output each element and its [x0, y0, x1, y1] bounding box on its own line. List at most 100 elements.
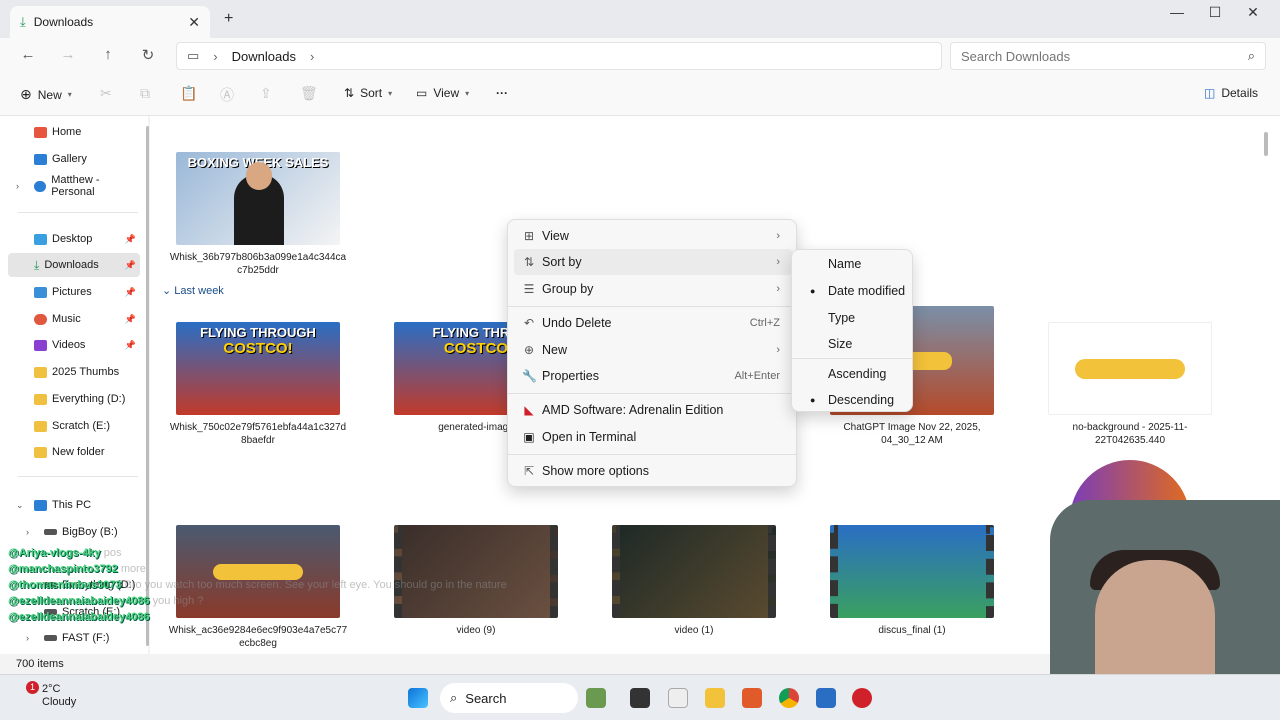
- menu-item-new[interactable]: ⊕ New ›: [514, 337, 792, 363]
- widget-icon[interactable]: [586, 688, 606, 708]
- menu-item-sort-by[interactable]: ⇅ Sort by ›: [514, 249, 792, 275]
- menu-item-properties[interactable]: 🔧 Properties Alt+Enter: [514, 363, 792, 389]
- more-options-button[interactable]: ···: [496, 86, 508, 100]
- taskbar-search[interactable]: ⌕ Search: [440, 683, 578, 713]
- notepad-icon[interactable]: [668, 688, 688, 708]
- app-icon[interactable]: [816, 688, 836, 708]
- sort-option-type[interactable]: Type: [796, 306, 910, 330]
- chevron-right-icon[interactable]: ›: [26, 527, 29, 537]
- task-view-icon[interactable]: [630, 688, 650, 708]
- chat-username: @manchaspinto3792: [8, 563, 118, 575]
- menu-item-label: View: [542, 229, 569, 243]
- menu-item-view[interactable]: ⊞ View ›: [514, 223, 792, 249]
- minimize-button[interactable]: —: [1162, 4, 1192, 20]
- undo-icon: ↶: [523, 316, 535, 330]
- cut-icon[interactable]: ✂: [100, 85, 112, 102]
- sidebar-item-onedrive[interactable]: › Matthew - Personal: [8, 174, 140, 198]
- sidebar-item-music[interactable]: Music 📌: [8, 307, 140, 331]
- share-icon[interactable]: ⇪: [260, 85, 272, 102]
- delete-icon[interactable]: 🗑: [300, 85, 318, 102]
- file-explorer-icon[interactable]: [705, 688, 725, 708]
- title-bar: ⤓ Downloads ✕ + — ☐ ✕: [0, 0, 1280, 38]
- menu-item-label: Properties: [542, 369, 599, 383]
- breadcrumb-downloads[interactable]: Downloads: [232, 49, 296, 64]
- group-header-last-week[interactable]: ⌄ Last week: [162, 284, 224, 297]
- sidebar-item-videos[interactable]: Videos 📌: [8, 333, 140, 357]
- content-scrollbar[interactable]: [1264, 132, 1268, 156]
- windows-start-icon[interactable]: [408, 688, 428, 708]
- pin-icon: 📌: [124, 286, 136, 297]
- sidebar-item-fast-f[interactable]: › FAST (F:): [8, 626, 140, 650]
- chat-text: pos: [103, 547, 122, 559]
- sidebar-item-home[interactable]: Home: [8, 120, 140, 144]
- tab-downloads[interactable]: ⤓ Downloads ✕: [10, 6, 210, 38]
- menu-item-show-more-options[interactable]: ⇱ Show more options: [514, 458, 792, 484]
- sort-button[interactable]: ⇅ Sort ▾: [344, 86, 392, 100]
- file-item[interactable]: discus_final (1): [822, 525, 1002, 637]
- details-button[interactable]: ◫ Details: [1204, 86, 1258, 100]
- chat-text: Bro you watch too much screen. See your …: [124, 579, 507, 591]
- brave-icon[interactable]: [742, 688, 762, 708]
- sidebar-item-bigboy-b[interactable]: › BigBoy (B:): [8, 520, 140, 544]
- chevron-down-icon[interactable]: ⌄: [16, 500, 24, 511]
- sort-option-descending[interactable]: ● Descending: [796, 388, 910, 412]
- sidebar-item-2025-thumbs[interactable]: 2025 Thumbs: [8, 360, 140, 384]
- creative-cloud-icon[interactable]: [852, 688, 872, 708]
- copy-icon[interactable]: ⧉: [140, 85, 150, 102]
- close-window-button[interactable]: ✕: [1238, 4, 1268, 21]
- menu-item-amd-software[interactable]: ◣ AMD Software: Adrenalin Edition: [514, 397, 792, 423]
- chevron-right-icon[interactable]: ›: [213, 49, 217, 64]
- new-label: New: [37, 87, 62, 102]
- sidebar-item-new-folder[interactable]: New folder: [8, 440, 140, 464]
- search-icon: ⌕: [1247, 48, 1255, 63]
- back-button[interactable]: ←: [16, 46, 40, 63]
- sidebar-item-pictures[interactable]: Pictures 📌: [8, 280, 140, 304]
- sort-option-name[interactable]: Name: [796, 252, 910, 276]
- menu-item-group-by[interactable]: ☰ Group by ›: [514, 276, 792, 302]
- sidebar-item-downloads[interactable]: ⤓ Downloads 📌: [8, 253, 140, 277]
- menu-item-undo-delete[interactable]: ↶ Undo Delete Ctrl+Z: [514, 310, 792, 336]
- menu-item-open-terminal[interactable]: ▣ Open in Terminal: [514, 424, 792, 450]
- chrome-icon[interactable]: [779, 688, 799, 708]
- weather-widget[interactable]: 1 2°C Cloudy: [14, 681, 76, 709]
- sidebar-item-everything-d[interactable]: Everything (D:): [8, 387, 140, 411]
- file-item[interactable]: FLYING THROUGH COSTCO! Whisk_750c02e79f5…: [168, 322, 348, 447]
- grid-icon: ⊞: [523, 229, 535, 243]
- details-label: Details: [1221, 86, 1259, 100]
- chevron-right-icon[interactable]: ›: [16, 181, 19, 191]
- sort-option-date-modified[interactable]: ● Date modified: [796, 279, 910, 303]
- chevron-right-icon[interactable]: ›: [26, 633, 29, 643]
- search-input[interactable]: [961, 48, 1248, 64]
- file-item[interactable]: no-background - 2025-11-22T042635.440: [1040, 322, 1220, 447]
- context-menu: ⊞ View › ⇅ Sort by › ☰ Group by › ↶ Undo…: [507, 219, 797, 487]
- maximize-button[interactable]: ☐: [1200, 4, 1230, 21]
- search-box[interactable]: ⌕: [950, 42, 1266, 70]
- sidebar-item-label: FAST (F:): [62, 632, 110, 644]
- sort-option-size[interactable]: Size: [796, 332, 910, 356]
- breadcrumb[interactable]: ▭ › Downloads ›: [176, 42, 942, 70]
- weather-badge: 1: [26, 681, 40, 694]
- new-button[interactable]: ⊕ New ▾: [20, 86, 72, 103]
- rename-icon[interactable]: Ⓐ: [220, 85, 234, 105]
- sidebar-item-desktop[interactable]: Desktop 📌: [8, 227, 140, 251]
- sidebar-item-gallery[interactable]: Gallery: [8, 147, 140, 171]
- menu-divider: [508, 454, 796, 455]
- plus-icon: ⊕: [523, 343, 535, 357]
- paste-icon[interactable]: 📋: [180, 85, 197, 102]
- refresh-button[interactable]: ↻: [136, 46, 160, 64]
- search-icon: ⌕: [450, 690, 458, 705]
- up-button[interactable]: ↑: [96, 46, 120, 63]
- close-tab-icon[interactable]: ✕: [188, 14, 200, 31]
- file-item[interactable]: BOXING WEEK SALES Whisk_36b797b806b3a099…: [168, 152, 348, 277]
- cloud-icon: [34, 180, 47, 192]
- chevron-right-icon: ›: [776, 256, 780, 268]
- sidebar-item-scratch-e[interactable]: Scratch (E:): [8, 414, 140, 438]
- chevron-right-icon[interactable]: ›: [310, 49, 314, 64]
- sidebar-item-this-pc[interactable]: ⌄ This PC: [8, 493, 140, 517]
- view-button[interactable]: ▭ View ▾: [416, 86, 469, 100]
- file-name: ChatGPT Image Nov 22, 2025, 04_30_12 AM: [843, 422, 981, 446]
- menu-shortcut: Ctrl+Z: [749, 317, 780, 329]
- forward-button[interactable]: →: [56, 46, 80, 63]
- new-tab-button[interactable]: +: [224, 10, 233, 28]
- sort-option-ascending[interactable]: Ascending: [796, 362, 910, 386]
